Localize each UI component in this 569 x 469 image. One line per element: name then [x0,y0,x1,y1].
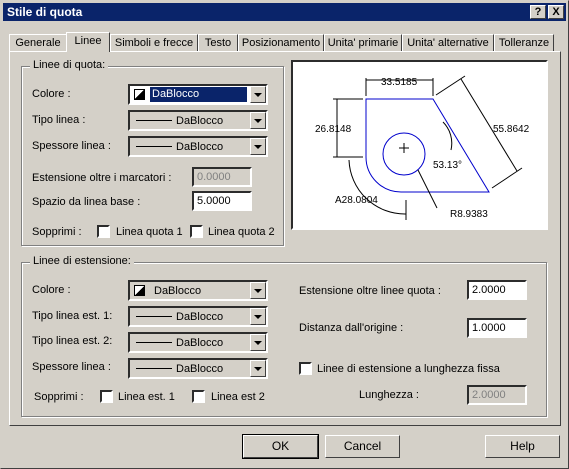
fixed-length-label: Linee di estensione a lunghezza fissa [317,363,500,375]
tab-posizionamento[interactable]: Posizionamento [238,34,324,51]
dim-linetype-value: DaBlocco [176,115,224,127]
tab-unita-alternative[interactable]: Unita' alternative [402,34,494,51]
tab-unita-primarie[interactable]: Unita' primarie [324,34,402,51]
line-sample [136,342,172,343]
suppress-dimline2-label: Linea quota 2 [208,226,275,238]
ext-color-value: DaBlocco [154,285,202,297]
suppress-ext1-checkbox[interactable] [100,390,113,403]
help-button[interactable]: Help [485,435,560,458]
title-bar: Stile di quota ? X [3,3,566,21]
color-swatch-icon [134,285,145,296]
baseline-spacing-label: Spazio da linea base : [32,196,141,208]
ext-linetype1-select[interactable]: DaBlocco [128,306,268,327]
chevron-down-icon[interactable] [250,86,266,103]
shape-hole [382,132,426,176]
help-title-button[interactable]: ? [530,5,546,19]
line-sample [136,368,172,369]
close-button[interactable]: X [548,5,564,19]
ext-color-label: Colore : [32,284,71,296]
cancel-button[interactable]: Cancel [325,435,400,458]
fixed-length-checkbox[interactable] [299,362,312,375]
suppress-dimline2-checkbox[interactable] [190,225,203,238]
dim-right-text: 55.8642 [493,124,530,135]
dim-linetype-label: Tipo linea : [32,114,86,126]
suppress-dimline1-checkbox[interactable] [97,225,110,238]
ext-color-select[interactable]: DaBlocco [128,280,268,301]
color-swatch-icon [134,89,145,100]
tab-linee[interactable]: Linee [66,32,110,52]
ok-button[interactable]: OK [242,434,319,459]
dim-color-label: Colore : [32,88,71,100]
chevron-down-icon[interactable] [250,308,266,325]
ext-lineweight-label: Spessore linea : [32,361,111,373]
preview-pane: 33.5185 26.8148 55.8642 53.13° A28.0804 … [291,60,548,230]
length-input[interactable]: 2.0000 [467,385,527,405]
dimension-preview-drawing: 33.5185 26.8148 55.8642 53.13° A28.0804 … [315,75,530,220]
dim-lineweight-label: Spessore linea : [32,140,111,152]
ext-linetype1-label: Tipo linea est. 1: [32,310,113,322]
chevron-down-icon[interactable] [250,360,266,377]
tab-generale[interactable]: Generale [9,34,67,51]
suppress-ext2-label: Linea est 2 [211,391,265,403]
ext-linetype2-label: Tipo linea est. 2: [32,335,113,347]
chevron-down-icon[interactable] [250,282,266,299]
dim-linetype-select[interactable]: DaBlocco [128,110,268,131]
extend-beyond-label: Estensione oltre linee quota : [299,285,441,297]
dim-suppress-label: Sopprimi : [32,226,82,238]
ext-linetype2-select[interactable]: DaBlocco [128,332,268,353]
suppress-ext1-label: Linea est. 1 [118,391,175,403]
line-sample [136,146,172,147]
ext-lineweight-select[interactable]: DaBlocco [128,358,268,379]
chevron-down-icon[interactable] [250,138,266,155]
suppress-dimline1-label: Linea quota 1 [116,226,183,238]
offset-origin-input[interactable]: 1.0000 [467,318,527,338]
line-sample [136,120,172,121]
extend-ticks-input[interactable]: 0.0000 [192,167,252,187]
arc-text: A28.0804 [335,195,378,206]
length-label: Lunghezza : [359,389,419,401]
dialog-window: Stile di quota ? X Generale Linee Simbol… [0,0,569,469]
dim-left-text: 26.8148 [315,124,352,135]
ext-linetype2-value: DaBlocco [176,337,224,349]
ext-linetype1-value: DaBlocco [176,311,224,323]
dim-color-value: DaBlocco [150,87,247,102]
dim-lines-title: Linee di quota: [30,59,109,71]
offset-origin-label: Distanza dall'origine : [299,322,404,334]
dim-color-select[interactable]: DaBlocco [128,84,268,105]
tab-simboli-frecce[interactable]: Simboli e frecce [110,34,198,51]
chevron-down-icon[interactable] [250,112,266,129]
dim-lineweight-value: DaBlocco [176,141,224,153]
dialog-title: Stile di quota [7,5,83,19]
dim-lineweight-select[interactable]: DaBlocco [128,136,268,157]
ext-lineweight-value: DaBlocco [176,363,224,375]
ext-lines-title: Linee di estensione: [30,255,134,267]
extend-beyond-input[interactable]: 2.0000 [467,280,527,300]
radius-text: R8.9383 [450,209,488,220]
ext-suppress-label: Sopprimi : [34,391,84,403]
line-sample [136,316,172,317]
suppress-ext2-checkbox[interactable] [192,390,205,403]
angle-text: 53.13° [433,160,462,171]
tab-tolleranze[interactable]: Tolleranze [494,34,554,51]
chevron-down-icon[interactable] [250,334,266,351]
dim-top-text: 33.5185 [381,77,418,88]
extend-ticks-label: Estensione oltre i marcatori : [32,172,172,184]
tab-testo[interactable]: Testo [198,34,238,51]
baseline-spacing-input[interactable]: 5.0000 [192,191,252,211]
